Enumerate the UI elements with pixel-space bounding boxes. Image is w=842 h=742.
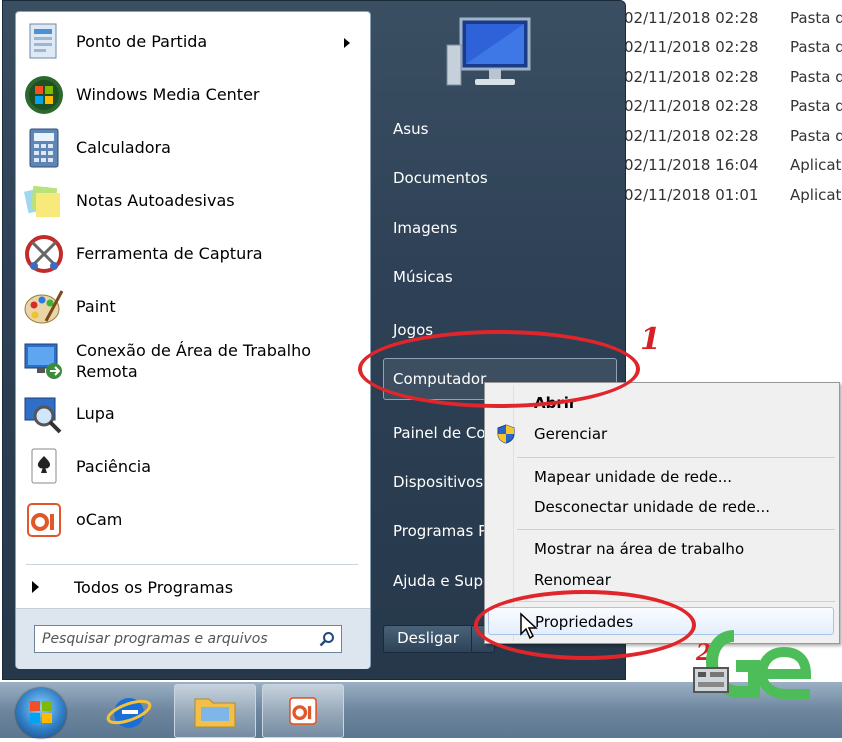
search-input[interactable]: Pesquisar programas e arquivos [34, 625, 342, 653]
taskbar-ocam-button[interactable] [262, 684, 344, 738]
program-label: Conexão de Área de Trabalho Remota [76, 341, 312, 381]
program-calculator[interactable]: Calculadora [20, 122, 360, 174]
program-remote-desktop[interactable]: Conexão de Área de Trabalho Remota [20, 334, 360, 394]
program-label: Windows Media Center [76, 85, 260, 104]
calculator-icon [29, 128, 59, 168]
file-date: 02/11/2018 01:01 [624, 186, 759, 204]
uac-shield-icon [497, 424, 515, 444]
file-date: 02/11/2018 02:28 [624, 9, 759, 27]
right-item-music[interactable]: Músicas [393, 268, 623, 286]
paint-icon [24, 290, 64, 324]
file-type: Aplicat [790, 156, 842, 174]
menu-separator [517, 529, 835, 530]
mouse-cursor-icon [520, 612, 538, 640]
search-placeholder: Pesquisar programas e arquivos [42, 631, 268, 647]
file-date: 02/11/2018 02:28 [624, 97, 759, 115]
all-programs-button[interactable]: Todos os Programas [16, 572, 366, 604]
file-type: Pasta d [790, 68, 842, 86]
right-item-asus[interactable]: Asus [393, 120, 623, 138]
internet-explorer-icon[interactable] [106, 692, 152, 732]
program-sticky-notes[interactable]: Notas Autoadesivas [20, 175, 360, 227]
file-type: Pasta d [790, 127, 842, 145]
program-media-center[interactable]: Windows Media Center [20, 69, 360, 121]
shutdown-button[interactable]: Desligar [383, 625, 473, 653]
menu-item-label: Mostrar na área de trabalho [534, 540, 745, 558]
submenu-arrow-icon [344, 38, 350, 48]
program-label: oCam [76, 510, 123, 529]
taskbar-explorer-button[interactable] [174, 684, 256, 738]
menu-item-disconnect-drive[interactable]: Desconectar unidade de rede... [488, 493, 834, 521]
ocam-icon [289, 697, 317, 725]
menu-item-label: Desconectar unidade de rede... [534, 498, 771, 516]
media-center-icon [25, 76, 63, 114]
annotation-number: 1 [640, 322, 661, 357]
snipping-tool-icon [25, 235, 63, 273]
search-icon[interactable] [319, 631, 335, 647]
annotation-ellipse-properties [474, 590, 696, 660]
solitaire-icon [31, 448, 57, 484]
watermark-logo-icon [693, 630, 812, 699]
file-date: 02/11/2018 02:28 [624, 127, 759, 145]
right-item-documents[interactable]: Documentos [393, 169, 623, 187]
start-button[interactable] [16, 688, 66, 738]
file-date: 02/11/2018 02:28 [624, 38, 759, 56]
sticky-notes-icon [23, 185, 60, 217]
menu-separator [517, 457, 835, 458]
menu-item-map-drive[interactable]: Mapear unidade de rede... [488, 463, 834, 491]
menu-item-show-on-desktop[interactable]: Mostrar na área de trabalho [488, 535, 834, 563]
file-type: Pasta d [790, 97, 842, 115]
program-magnifier[interactable]: Lupa [20, 388, 360, 440]
windows-logo-icon [30, 701, 52, 723]
remote-desktop-icon [24, 343, 62, 379]
annotation-ellipse-computer [358, 330, 640, 408]
separator [26, 564, 358, 565]
menu-item-rename[interactable]: Renomear [488, 566, 834, 594]
program-paint[interactable]: Paint [20, 281, 360, 333]
file-type: Aplicat [790, 186, 842, 204]
program-solitaire[interactable]: Paciência [20, 441, 360, 493]
folder-icon [194, 698, 236, 728]
expand-arrow-icon [32, 581, 39, 593]
program-label: Ferramenta de Captura [76, 244, 263, 263]
magnifier-icon [24, 397, 62, 434]
program-ocam[interactable]: oCam [20, 494, 360, 546]
file-date: 02/11/2018 16:04 [624, 156, 759, 174]
file-date: 02/11/2018 02:28 [624, 68, 759, 86]
program-getting-started[interactable]: Ponto de Partida [20, 16, 360, 68]
ocam-icon [27, 503, 61, 537]
program-label: Lupa [76, 404, 115, 423]
program-label: Paint [76, 297, 116, 316]
menu-item-label: Gerenciar [534, 425, 608, 443]
menu-item-manage[interactable]: Gerenciar [488, 420, 834, 448]
menu-item-label: Renomear [534, 571, 611, 589]
search-area: Pesquisar programas e arquivos [16, 608, 370, 669]
program-snipping-tool[interactable]: Ferramenta de Captura [20, 228, 360, 280]
getting-started-icon [29, 23, 57, 59]
programs-pane: Ponto de Partida Windows Media Center Ca… [15, 11, 371, 669]
menu-item-label: Mapear unidade de rede... [534, 468, 733, 486]
file-type: Pasta d [790, 38, 842, 56]
program-label: Notas Autoadesivas [76, 191, 235, 210]
file-type: Pasta d [790, 9, 842, 27]
computer-picture-icon [446, 17, 531, 86]
right-item-images[interactable]: Imagens [393, 219, 623, 237]
program-label: Calculadora [76, 138, 171, 157]
program-label: Paciência [76, 457, 152, 476]
all-programs-label: Todos os Programas [74, 578, 234, 597]
program-label: Ponto de Partida [76, 32, 208, 51]
